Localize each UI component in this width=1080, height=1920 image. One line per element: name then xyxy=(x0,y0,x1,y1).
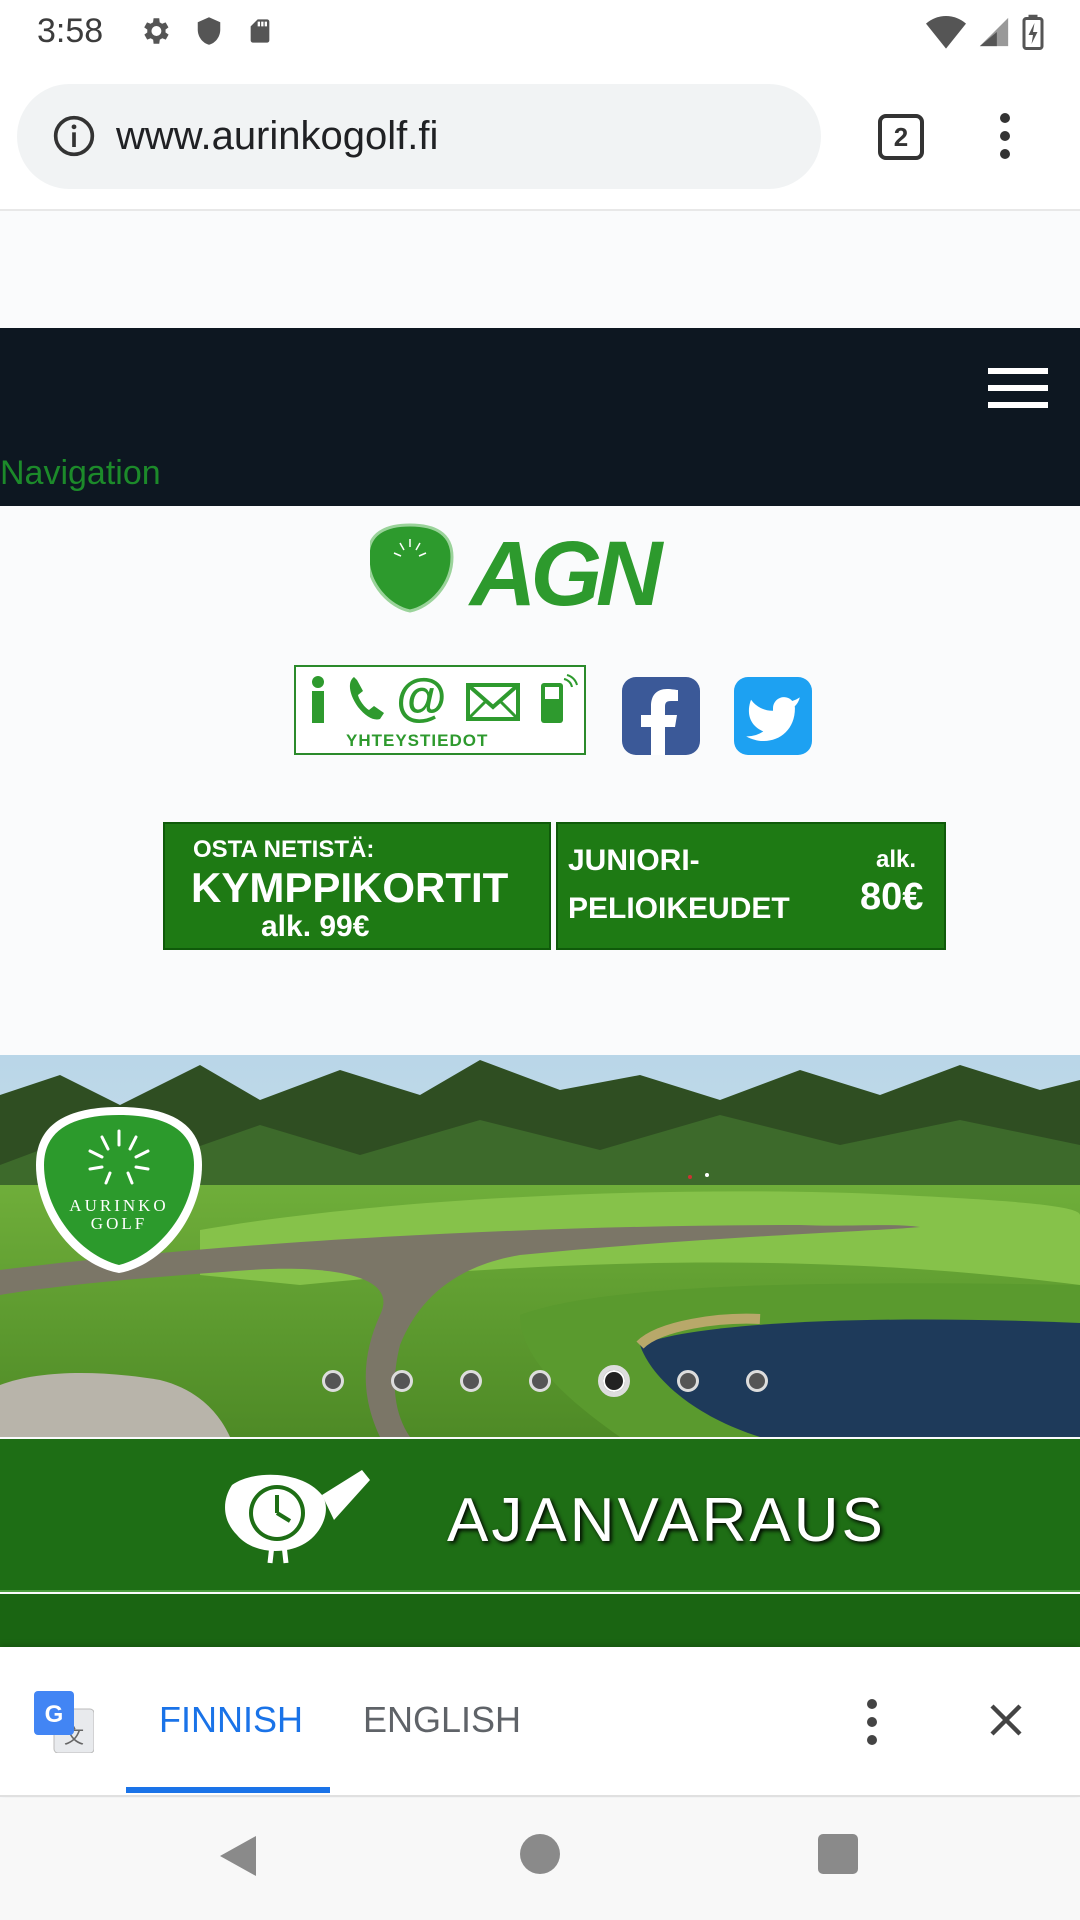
mobile-phone-icon xyxy=(541,674,578,723)
junior-price: 80€ xyxy=(860,876,924,918)
site-navbar xyxy=(0,328,1080,506)
page-header-space xyxy=(0,212,1080,328)
twitter-icon[interactable] xyxy=(734,677,812,755)
status-time: 3:58 xyxy=(37,12,104,50)
slide-dot-4[interactable] xyxy=(529,1370,551,1392)
google-translate-icon[interactable]: 文 G xyxy=(34,1691,94,1753)
envelope-icon xyxy=(466,683,520,721)
promo-price: alk. 99€ xyxy=(261,910,370,943)
back-icon[interactable] xyxy=(218,1834,258,1878)
system-navigation-bar xyxy=(0,1798,1080,1920)
home-icon[interactable] xyxy=(520,1834,560,1874)
slide-dot-5[interactable] xyxy=(598,1365,630,1397)
wifi-icon xyxy=(926,16,966,49)
info-icon[interactable] xyxy=(52,114,96,158)
junior-play-rights-banner[interactable]: JUNIORI- PELIOIKEUDET alk. 80€ xyxy=(556,822,946,950)
battery-charging-icon xyxy=(1022,14,1044,50)
shield-icon xyxy=(197,17,221,45)
booking-label: AJANVARAUS xyxy=(447,1486,886,1555)
close-icon[interactable] xyxy=(985,1699,1027,1741)
promo-line1: OSTA NETISTÄ: xyxy=(193,836,375,863)
tab-finnish[interactable]: FINNISH xyxy=(159,1699,303,1741)
aurinko-golf-badge: AURINKO GOLF xyxy=(36,1107,202,1273)
translate-bar: 文 G FINNISH ENGLISH xyxy=(0,1647,1080,1797)
slide-dot-2[interactable] xyxy=(391,1370,413,1392)
tab-english[interactable]: ENGLISH xyxy=(363,1699,521,1741)
cell-signal-icon xyxy=(979,17,1009,47)
facebook-icon[interactable] xyxy=(622,677,700,755)
navigation-label[interactable]: Navigation xyxy=(0,454,161,493)
slide-dot-7[interactable] xyxy=(746,1370,768,1392)
translate-options-button[interactable] xyxy=(865,1699,879,1753)
agn-logo-text: AGN xyxy=(468,523,665,613)
slideshow-dots xyxy=(322,1365,768,1397)
contact-label: YHTEYSTIEDOT xyxy=(346,731,489,750)
at-sign-icon: @ xyxy=(396,669,447,727)
settings-gear-icon xyxy=(144,18,169,44)
slide-dot-3[interactable] xyxy=(460,1370,482,1392)
svg-text:G: G xyxy=(45,1701,64,1728)
golf-clock-icon xyxy=(225,1470,370,1564)
promo-line2: KYMPPIKORTIT xyxy=(191,864,509,911)
address-bar[interactable]: www.aurinkogolf.fi xyxy=(17,84,821,189)
aurinko-golf-small-badge xyxy=(366,523,454,613)
slide-dot-6[interactable] xyxy=(677,1370,699,1392)
site-logo[interactable]: AGN xyxy=(366,523,690,625)
sd-card-icon xyxy=(250,19,270,43)
info-icon xyxy=(312,676,324,723)
svg-text:GOLF: GOLF xyxy=(91,1214,147,1233)
slide-dot-1[interactable] xyxy=(322,1370,344,1392)
status-bar: 3:58 xyxy=(0,0,1080,63)
next-section-strip xyxy=(0,1594,1080,1649)
tab-switcher-button[interactable]: 2 xyxy=(878,114,924,160)
junior-price-prefix: alk. xyxy=(876,846,917,873)
svg-text:AURINKO: AURINKO xyxy=(69,1196,168,1215)
kymppikortit-promo-banner[interactable]: OSTA NETISTÄ: KYMPPIKORTIT alk. 99€ xyxy=(163,822,551,950)
browser-menu-button[interactable] xyxy=(995,113,1015,163)
browser-toolbar: www.aurinkogolf.fi 2 xyxy=(0,63,1080,211)
recent-apps-icon[interactable] xyxy=(818,1834,858,1874)
hamburger-menu-icon[interactable] xyxy=(988,368,1048,412)
junior-line1: JUNIORI- xyxy=(568,844,700,877)
active-tab-indicator xyxy=(126,1787,330,1793)
screen: 3:58 www.aurinkogolf.fi 2 Navigation AGN… xyxy=(0,0,1080,1920)
url-text[interactable]: www.aurinkogolf.fi xyxy=(116,114,438,159)
tee-time-booking-button[interactable]: AJANVARAUS xyxy=(0,1439,1080,1592)
junior-line2: PELIOIKEUDET xyxy=(568,892,790,925)
phone-icon xyxy=(349,677,384,720)
